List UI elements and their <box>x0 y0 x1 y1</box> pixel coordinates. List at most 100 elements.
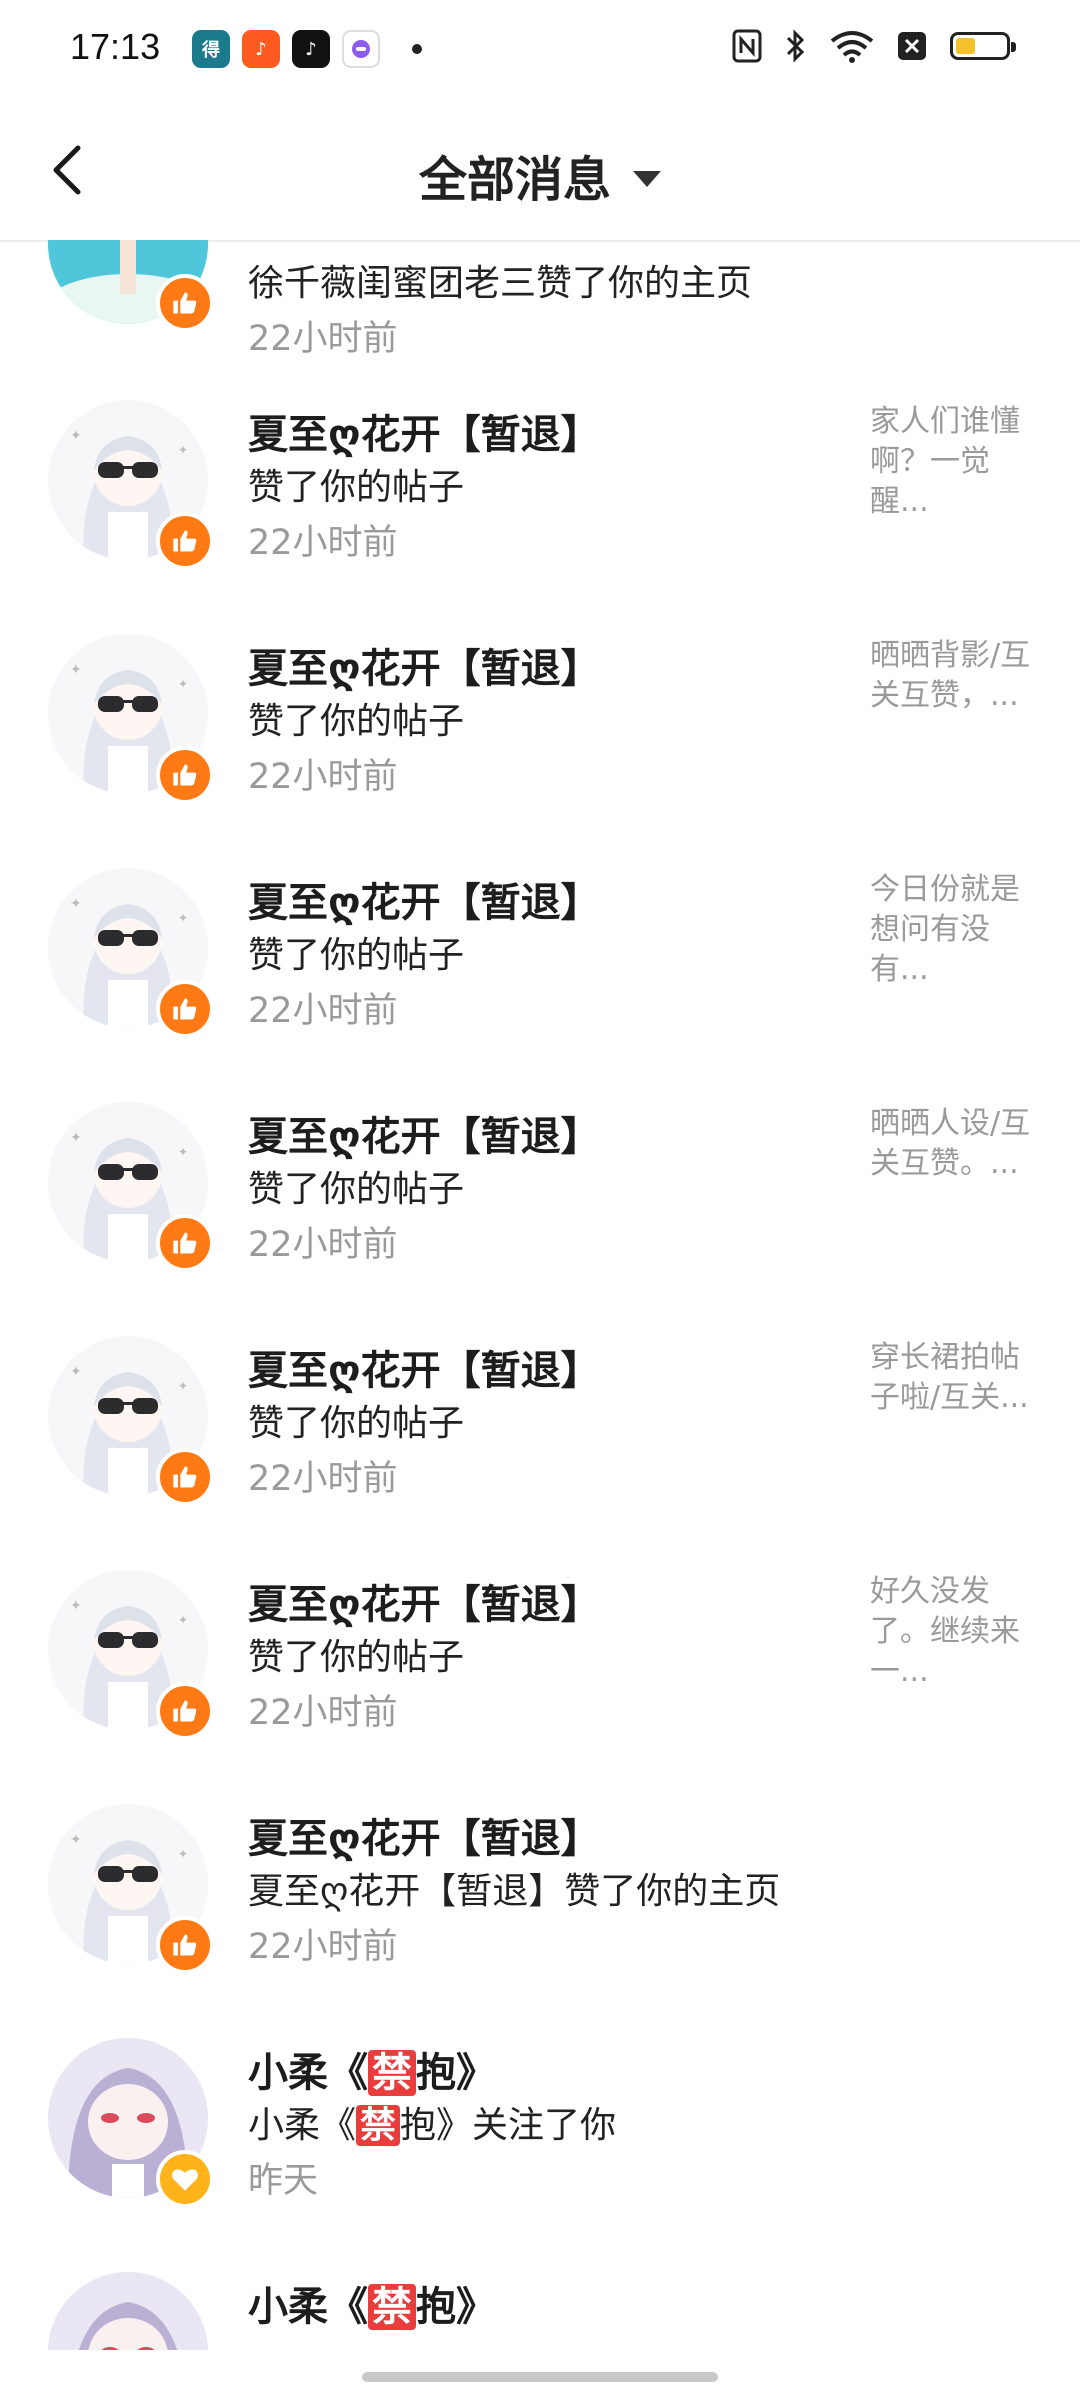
heart-icon <box>172 2169 198 2191</box>
sender-name[interactable]: 夏至ღ花开【暂退】 <box>248 1572 601 1630</box>
like-badge <box>156 980 214 1038</box>
svg-text:✦: ✦ <box>178 1145 188 1159</box>
like-badge <box>156 746 214 804</box>
thumbs-up-icon <box>173 998 197 1020</box>
message-time: 22小时前 <box>248 757 398 797</box>
message-action-text: 赞了你的帖子 <box>248 1169 465 1210</box>
like-badge <box>156 274 214 332</box>
message-action-text: 赞了你的帖子 <box>248 467 465 508</box>
battery-level <box>956 38 975 54</box>
list-item[interactable]: 小柔《禁抱》 小柔《禁抱》关注了你 昨天 <box>0 2000 1080 2234</box>
thumbs-up-icon <box>173 530 197 552</box>
message-time: 22小时前 <box>248 1225 398 1265</box>
home-indicator[interactable] <box>362 2372 718 2382</box>
svg-text:✦: ✦ <box>178 677 188 691</box>
sender-name[interactable]: 小柔《禁抱》 <box>248 2274 496 2332</box>
ban-emoji: 禁 <box>368 2284 416 2330</box>
sender-name[interactable]: 小柔《禁抱》 <box>248 2040 496 2098</box>
thumbs-up-icon <box>173 292 197 314</box>
follow-badge <box>156 2150 214 2208</box>
svg-text:✦: ✦ <box>70 1364 82 1380</box>
list-item[interactable]: 徐千薇闺蜜团老三赞了你的主页 22小时前 <box>0 240 1080 362</box>
sender-name[interactable]: 夏至ღ花开【暂退】 <box>248 1338 601 1396</box>
tiktok-icon: ♪ <box>242 30 280 68</box>
more-notifications-dot-icon <box>412 44 422 54</box>
status-bar: 17:13 得 ♪ ♪ <box>0 0 1080 100</box>
svg-text:✦: ✦ <box>178 1379 188 1393</box>
svg-text:✦: ✦ <box>178 1847 188 1861</box>
list-item[interactable]: ✦ ✦ 夏至ღ花开【暂退】 赞了你的帖子 22小时前 好久没发了。继续来一... <box>0 1532 1080 1766</box>
svg-text:✦: ✦ <box>70 1598 82 1614</box>
post-preview[interactable]: 今日份就是想问有没有... <box>870 870 1040 990</box>
message-filter-dropdown[interactable]: 全部消息 <box>0 140 1080 210</box>
post-preview[interactable]: 晒晒背影/互关互赞，... <box>870 636 1040 716</box>
thumbs-up-icon <box>173 1232 197 1254</box>
tiktok-icon: ♪ <box>292 30 330 68</box>
page-title: 全部消息 <box>418 152 611 208</box>
ban-emoji: 禁 <box>356 2105 401 2146</box>
notification-app-icon: 得 <box>192 30 230 68</box>
no-sim-icon <box>898 32 926 60</box>
bluetooth-icon <box>786 29 805 63</box>
svg-text:✦: ✦ <box>178 1613 188 1627</box>
message-time: 22小时前 <box>248 991 398 1031</box>
svg-text:✦: ✦ <box>178 911 188 925</box>
top-nav-bar: 全部消息 <box>0 100 1080 242</box>
message-time: 22小时前 <box>248 1927 398 1967</box>
status-system-icons <box>732 28 1016 64</box>
wifi-icon <box>830 31 874 63</box>
thumbs-up-icon <box>173 1700 197 1722</box>
sender-name[interactable]: 夏至ღ花开【暂退】 <box>248 1104 601 1162</box>
message-action-text: 赞了你的帖子 <box>248 701 465 742</box>
message-action-text: 夏至ღ花开【暂退】赞了你的主页 <box>248 1871 781 1912</box>
list-item[interactable]: ✦ ✦ 夏至ღ花开【暂退】 赞了你的帖子 22小时前 家人们谁懂啊？一觉醒... <box>0 362 1080 596</box>
message-list: 徐千薇闺蜜团老三赞了你的主页 22小时前 ✦ ✦ 夏至ღ花开【暂退】 赞了你的帖子… <box>0 240 1080 2350</box>
message-time: 22小时前 <box>248 523 398 563</box>
svg-text:✦: ✦ <box>178 443 188 457</box>
svg-text:✦: ✦ <box>70 662 82 678</box>
svg-text:✦: ✦ <box>70 896 82 912</box>
sender-name[interactable]: 夏至ღ花开【暂退】 <box>248 1806 601 1864</box>
message-time: 22小时前 <box>248 319 398 359</box>
list-item[interactable]: ✦ ✦ 夏至ღ花开【暂退】 赞了你的帖子 22小时前 晒晒背影/互关互赞，... <box>0 596 1080 830</box>
sender-name[interactable]: 夏至ღ花开【暂退】 <box>248 402 601 460</box>
message-action-text: 小柔《禁抱》关注了你 <box>248 2105 617 2146</box>
status-time: 17:13 <box>70 26 161 67</box>
like-badge <box>156 1916 214 1974</box>
like-badge <box>156 1448 214 1506</box>
thumbs-up-icon <box>173 1466 197 1488</box>
svg-text:✦: ✦ <box>70 1130 82 1146</box>
chat-bubble-icon <box>342 30 380 68</box>
list-item[interactable]: ✦ ✦ 夏至ღ花开【暂退】 夏至ღ花开【暂退】赞了你的主页 22小时前 <box>0 1766 1080 2000</box>
message-action-text: 赞了你的帖子 <box>248 1637 465 1678</box>
message-action-text: 赞了你的帖子 <box>248 1403 465 1444</box>
caret-down-icon <box>633 171 661 187</box>
post-preview[interactable]: 穿长裙拍帖子啦/互关... <box>870 1338 1040 1418</box>
battery-icon <box>950 32 1016 60</box>
nfc-icon <box>732 29 762 63</box>
post-preview[interactable]: 家人们谁懂啊？一觉醒... <box>870 402 1040 522</box>
post-preview[interactable]: 好久没发了。继续来一... <box>870 1572 1040 1692</box>
sender-name[interactable]: 夏至ღ花开【暂退】 <box>248 870 601 928</box>
svg-text:✦: ✦ <box>70 1832 82 1848</box>
sender-name[interactable]: 夏至ღ花开【暂退】 <box>248 636 601 694</box>
status-app-icons: 得 ♪ ♪ <box>192 30 422 68</box>
list-item[interactable]: 小柔《禁抱》 <box>0 2234 1080 2350</box>
message-time: 22小时前 <box>248 1459 398 1499</box>
thumbs-up-icon <box>173 1934 197 1956</box>
message-time: 昨天 <box>248 2161 319 2201</box>
list-item[interactable]: ✦ ✦ 夏至ღ花开【暂退】 赞了你的帖子 22小时前 今日份就是想问有没有... <box>0 830 1080 1064</box>
message-action-text: 徐千薇闺蜜团老三赞了你的主页 <box>248 263 753 304</box>
list-item[interactable]: ✦ ✦ 夏至ღ花开【暂退】 赞了你的帖子 22小时前 晒晒人设/互关互赞。... <box>0 1064 1080 1298</box>
like-badge <box>156 512 214 570</box>
message-time: 22小时前 <box>248 1693 398 1733</box>
thumbs-up-icon <box>173 764 197 786</box>
list-item[interactable]: ✦ ✦ 夏至ღ花开【暂退】 赞了你的帖子 22小时前 穿长裙拍帖子啦/互关... <box>0 1298 1080 1532</box>
post-preview[interactable]: 晒晒人设/互关互赞。... <box>870 1104 1040 1184</box>
like-badge <box>156 1682 214 1740</box>
ban-emoji: 禁 <box>368 2050 416 2096</box>
message-action-text: 赞了你的帖子 <box>248 935 465 976</box>
avatar[interactable] <box>48 2272 208 2350</box>
svg-text:✦: ✦ <box>70 428 82 444</box>
like-badge <box>156 1214 214 1272</box>
